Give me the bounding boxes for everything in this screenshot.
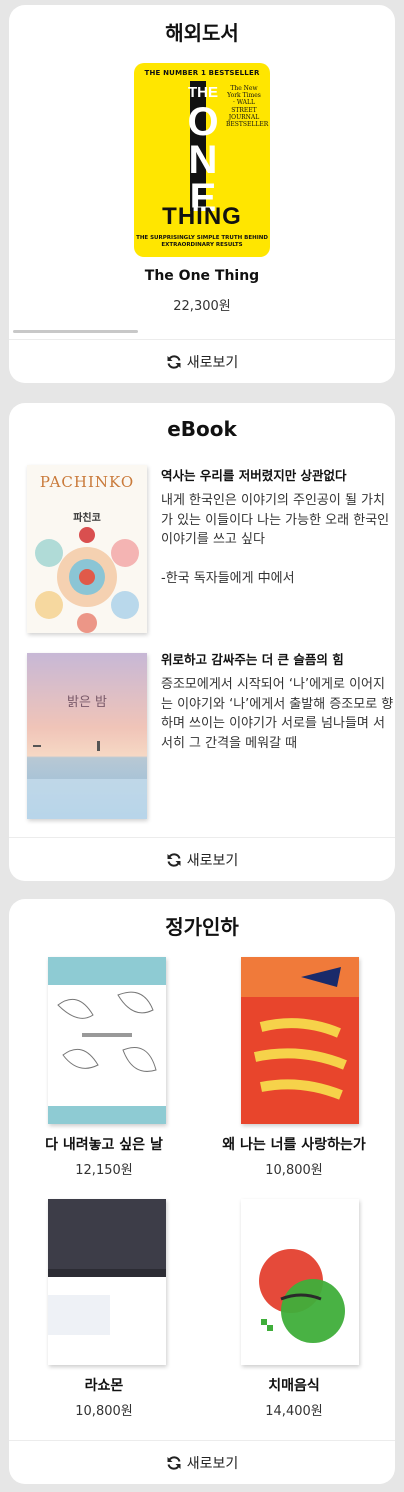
ebook-description: 내게 한국인은 이야기의 주인공이 될 가치가 있는 이들이다 나는 가능한 오… — [161, 493, 390, 586]
cover-badge: The New York Times · WALL STREET JOURNAL… — [226, 85, 269, 128]
book-price: 22,300원 — [173, 299, 231, 314]
refresh-icon — [167, 1455, 181, 1470]
cover-one: ONE — [187, 100, 219, 220]
section-title: 해외도서 — [165, 21, 239, 45]
book-price: 10,800원 — [265, 1163, 323, 1178]
ebook-card: eBook PACHINKO 파친코 역사는 우리를 저버렸지만 상관없다 내게… — [9, 403, 395, 881]
refresh-label: 새로보기 — [186, 354, 239, 371]
cover-thing: THING — [162, 203, 242, 230]
book-title[interactable]: 치매음식 — [199, 1375, 389, 1395]
ebook-description: 증조모에게서 시작되어 ‘나’에게로 이어지는 이야기와 ‘나’에게서 출발해 … — [161, 677, 394, 751]
book-price: 12,150원 — [75, 1163, 133, 1178]
cover-title: 밝은 밤 — [66, 695, 107, 710]
book-cover[interactable] — [241, 1199, 359, 1365]
sunset-sea-illustration — [27, 653, 147, 819]
book-title[interactable]: The One Thing — [9, 268, 395, 284]
section-title: 정가인하 — [165, 915, 239, 939]
refresh-label: 새로보기 — [186, 852, 239, 869]
book-title[interactable]: 다 내려놓고 싶은 날 — [9, 1134, 199, 1154]
cover-the: THE — [188, 84, 218, 101]
book-cover-the-one-thing[interactable]: THE NUMBER 1 BESTSELLER THE ONE The New … — [134, 63, 270, 257]
refresh-button[interactable]: 새로보기 — [9, 837, 395, 881]
book-title[interactable]: 왜 나는 너를 사랑하는가 — [199, 1134, 389, 1154]
book-price: 10,800원 — [75, 1404, 133, 1419]
refresh-icon — [167, 852, 181, 867]
ebook-headline[interactable]: 위로하고 감싸주는 더 큰 슬픔의 힘 — [161, 651, 391, 669]
book-cover-pachinko[interactable]: PACHINKO 파친코 — [27, 465, 147, 633]
refresh-button[interactable]: 새로보기 — [9, 1440, 395, 1484]
cover-title: PACHINKO — [39, 473, 135, 491]
book-cover-bright-night[interactable]: 밝은 밤 — [27, 653, 147, 819]
book-price: 14,400원 — [265, 1404, 323, 1419]
overseas-books-card: 해외도서 THE NUMBER 1 BESTSELLER THE ONE The… — [9, 5, 395, 383]
floral-pattern-icon — [35, 527, 139, 633]
book-title[interactable]: 라쇼몬 — [9, 1375, 199, 1395]
refresh-icon — [167, 354, 181, 369]
food-illustration — [241, 1199, 359, 1365]
carousel-scroll-indicator — [13, 330, 138, 333]
leaf-drawing-icon — [57, 991, 157, 1072]
refresh-button[interactable]: 새로보기 — [9, 339, 395, 383]
refresh-label: 새로보기 — [186, 1455, 239, 1472]
book-cover[interactable] — [241, 957, 359, 1124]
ebook-headline[interactable]: 역사는 우리를 저버렸지만 상관없다 — [161, 467, 391, 485]
price-cut-card: 정가인하 다 내려놓고 싶은 날 12,150원 왜 나는 너를 사랑하는가 1… — [9, 899, 395, 1484]
romance-illustration — [241, 957, 359, 1124]
book-cover[interactable] — [48, 957, 166, 1124]
cover-korean-title: 파친코 — [73, 513, 101, 524]
section-title: eBook — [167, 417, 237, 441]
cover-top-line: THE NUMBER 1 BESTSELLER — [144, 69, 260, 77]
cover-subtitle: THE SURPRISINGLY SIMPLE TRUTH BEHIND EXT… — [136, 235, 268, 249]
book-cover[interactable] — [48, 1199, 166, 1365]
